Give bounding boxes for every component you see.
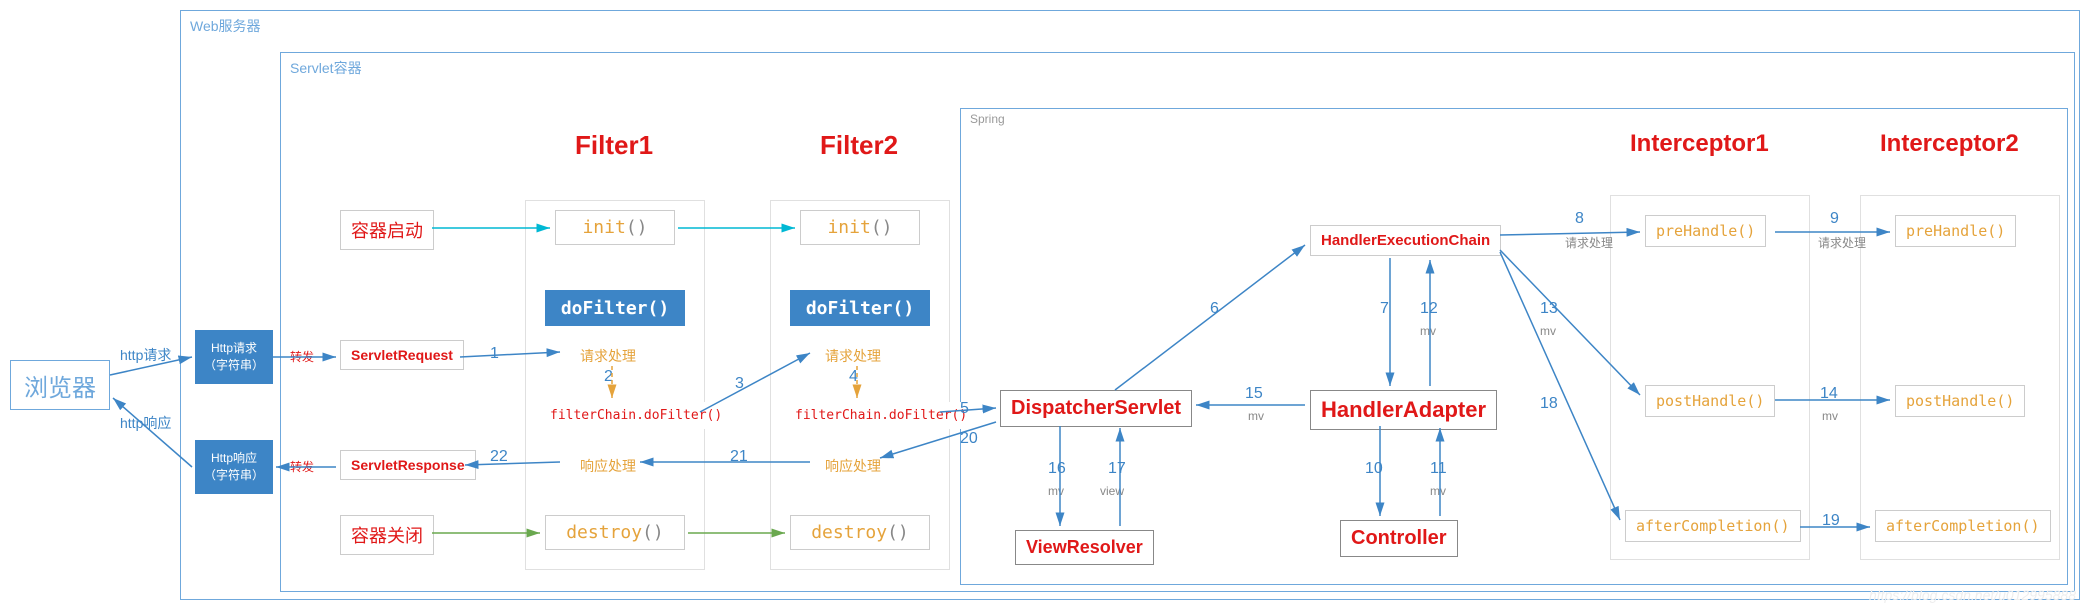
step9-sub: 请求处理 xyxy=(1818,234,1866,251)
step16-mv: mv xyxy=(1048,484,1064,498)
p8: () xyxy=(1987,222,2005,240)
step15: 15 xyxy=(1245,385,1263,403)
paren2: () xyxy=(642,522,664,543)
step10: 10 xyxy=(1365,460,1383,478)
http-req-l2: （字符串） xyxy=(204,358,264,372)
step15-mv: mv xyxy=(1248,409,1264,423)
diagram-canvas: Web服务器 Servlet容器 Spring 浏览器 Http请求（字符串） … xyxy=(0,0,2086,608)
filter1-heading: Filter1 xyxy=(575,130,653,161)
step8-sub: 请求处理 xyxy=(1565,234,1613,251)
filter1-destroy: destroy() xyxy=(545,515,685,550)
container-start: 容器启动 xyxy=(340,210,434,250)
spring-title: Spring xyxy=(970,112,1005,126)
handler-execution-chain: HandlerExecutionChain xyxy=(1310,225,1501,256)
step11: 11 xyxy=(1430,460,1447,478)
step17: 17 xyxy=(1108,460,1126,478)
int1-prehandle: preHandle() xyxy=(1645,215,1766,247)
filter2-destroy: destroy() xyxy=(790,515,930,550)
interceptor2-col xyxy=(1860,195,2060,560)
servlet-response: ServletResponse xyxy=(340,450,476,480)
step12: 12 xyxy=(1420,300,1438,318)
step18: 18 xyxy=(1540,395,1558,413)
http-response-box: Http响应 （字符串） xyxy=(195,440,273,494)
servlet-request: ServletRequest xyxy=(340,340,464,370)
step12-mv: mv xyxy=(1420,324,1436,338)
paren: () xyxy=(626,217,648,238)
step20: 20 xyxy=(960,430,978,448)
handler-adapter: HandlerAdapter xyxy=(1310,390,1497,430)
step5: 5 xyxy=(960,400,969,418)
controller: Controller xyxy=(1340,520,1458,557)
p7: () xyxy=(1771,517,1789,535)
int2-pre-t: preHandle xyxy=(1906,222,1987,240)
int2-post-t: postHandle xyxy=(1906,392,1996,410)
forward-label-2: 转发 xyxy=(290,458,314,475)
p3: () xyxy=(871,217,893,238)
filter2-heading: Filter2 xyxy=(820,130,898,161)
filter2-dofilter: doFilter() xyxy=(790,290,930,326)
step13-mv: mv xyxy=(1540,324,1556,338)
http-request-box: Http请求 （字符串） xyxy=(195,330,273,384)
browser-node: 浏览器 xyxy=(10,360,110,410)
int2-ac-t: afterCompletion xyxy=(1886,517,2021,535)
filter1-init: init() xyxy=(555,210,675,245)
step7: 7 xyxy=(1380,300,1389,318)
filter1-dofilter: doFilter() xyxy=(545,290,685,326)
http-req-label: http请求 xyxy=(120,345,171,365)
interceptor1-col xyxy=(1610,195,1810,560)
step11-mv: mv xyxy=(1430,484,1446,498)
int2-prehandle: preHandle() xyxy=(1895,215,2016,247)
int2-aftercompletion: afterCompletion() xyxy=(1875,510,2051,542)
step1: 1 xyxy=(490,345,499,363)
view-resolver: ViewResolver xyxy=(1015,530,1154,565)
http-resp-l2: （字符串） xyxy=(204,468,264,482)
filter1-filterchain: filterChain.doFilter() xyxy=(540,402,732,429)
http-resp-label: http响应 xyxy=(120,413,171,433)
step9: 9 xyxy=(1830,210,1839,228)
step3: 3 xyxy=(735,375,744,393)
step13: 13 xyxy=(1540,300,1558,318)
step14-mv: mv xyxy=(1822,409,1838,423)
interceptor1-heading: Interceptor1 xyxy=(1630,130,1769,158)
filter2-destroy-t: destroy xyxy=(811,522,887,543)
int1-pre-t: preHandle xyxy=(1656,222,1737,240)
int1-ac-t: afterCompletion xyxy=(1636,517,1771,535)
int2-posthandle: postHandle() xyxy=(1895,385,2025,417)
p6: () xyxy=(1746,392,1764,410)
p9: () xyxy=(1996,392,2014,410)
interceptor2-heading: Interceptor2 xyxy=(1880,130,2019,158)
p10: () xyxy=(2021,517,2039,535)
watermark: https://blog.csdn.net/u012995888 xyxy=(1869,587,2076,603)
int1-posthandle: postHandle() xyxy=(1645,385,1775,417)
step19: 19 xyxy=(1822,512,1840,530)
step14: 14 xyxy=(1820,385,1838,403)
p4: () xyxy=(887,522,909,543)
dispatcher-servlet: DispatcherServlet xyxy=(1000,390,1192,427)
forward-label-1: 转发 xyxy=(290,348,314,365)
step16: 16 xyxy=(1048,460,1066,478)
servlet-container-title: Servlet容器 xyxy=(290,58,362,78)
p5: () xyxy=(1737,222,1755,240)
step17-view: view xyxy=(1100,484,1124,498)
web-server-title: Web服务器 xyxy=(190,16,261,36)
step2: 2 xyxy=(604,368,613,386)
filter1-init-text: init xyxy=(582,217,625,238)
int1-post-t: postHandle xyxy=(1656,392,1746,410)
step8: 8 xyxy=(1575,210,1584,228)
step21: 21 xyxy=(730,448,748,466)
container-close: 容器关闭 xyxy=(340,515,434,555)
int1-aftercompletion: afterCompletion() xyxy=(1625,510,1801,542)
filter2-filterchain: filterChain.doFilter() xyxy=(785,402,977,429)
filter2-init-t: init xyxy=(827,217,870,238)
step6: 6 xyxy=(1210,300,1219,318)
filter2-resp-proc: 响应处理 xyxy=(815,450,891,482)
http-resp-l1: Http响应 xyxy=(211,451,257,465)
step4: 4 xyxy=(849,368,858,386)
step22: 22 xyxy=(490,448,508,466)
filter1-destroy-t: destroy xyxy=(566,522,642,543)
filter2-init: init() xyxy=(800,210,920,245)
http-req-l1: Http请求 xyxy=(211,341,257,355)
filter1-resp-proc: 响应处理 xyxy=(570,450,646,482)
